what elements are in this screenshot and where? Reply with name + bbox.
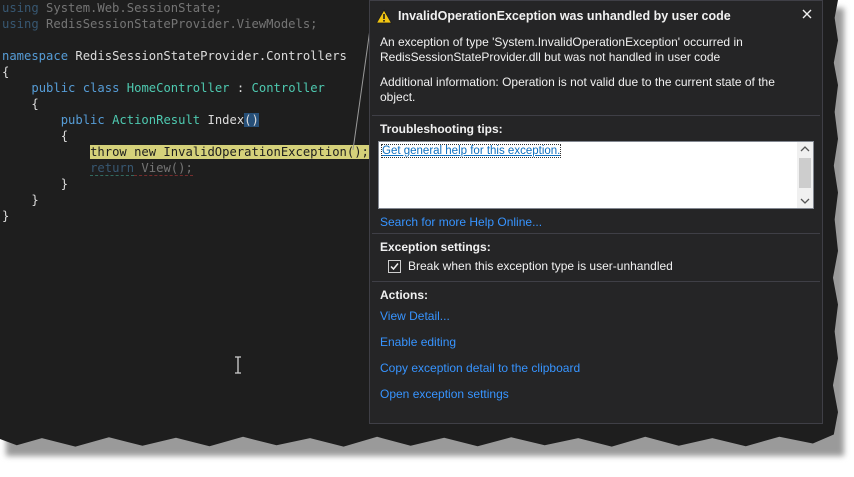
break-on-exception-option[interactable]: Break when this exception type is user-u… (380, 259, 812, 273)
code-line[interactable]: { (2, 64, 369, 80)
code-text: RedisSessionStateProvider.Controllers (68, 49, 347, 63)
code-line[interactable]: public class HomeController : Controller (2, 80, 369, 96)
code-line[interactable]: } (2, 192, 369, 208)
unreachable-code-token: View(); (134, 161, 193, 176)
keyword-token: public (60, 113, 105, 127)
code-line[interactable]: throw new InvalidOperationException(); (2, 144, 369, 160)
scroll-up-icon[interactable] (797, 142, 813, 156)
code-text: : (229, 81, 252, 95)
dialog-header: InvalidOperationException was unhandled … (370, 1, 822, 31)
type-token: ActionResult (112, 113, 201, 127)
break-checkbox[interactable] (388, 259, 401, 273)
exception-helper-dialog: InvalidOperationException was unhandled … (369, 0, 823, 424)
code-line[interactable]: { (2, 128, 369, 144)
checkmark-icon (390, 262, 399, 270)
exception-message: An exception of type 'System.InvalidOper… (370, 31, 822, 105)
code-line[interactable]: } (2, 176, 369, 192)
code-line[interactable] (2, 32, 369, 48)
additional-info-line: Additional information: Operation is not… (380, 75, 775, 89)
checkbox-label: Break when this exception type is user-u… (408, 259, 673, 273)
code-line[interactable]: namespace RedisSessionStateProvider.Cont… (2, 48, 369, 64)
warning-icon (376, 8, 392, 23)
message-line: RedisSessionStateProvider.dll but was no… (380, 50, 721, 64)
code-editor[interactable]: using System.Web.SessionState; using Redi… (2, 0, 369, 224)
open-exception-settings-link[interactable]: Open exception settings (380, 387, 812, 401)
search-online-link[interactable]: Search for more Help Online... (380, 215, 542, 229)
type-token: Controller (251, 81, 325, 95)
code-text: } (2, 209, 10, 223)
editor-window: using System.Web.SessionState; using Redi… (0, 0, 838, 447)
keyword-token: using (2, 17, 39, 31)
code-text: } (2, 193, 39, 207)
scroll-down-icon[interactable] (797, 194, 813, 208)
keyword-token: using (2, 1, 39, 15)
tips-list[interactable]: Get general help for this exception. (378, 141, 814, 209)
code-text: RedisSessionStateProvider.ViewModels; (38, 17, 318, 31)
enable-editing-link[interactable]: Enable editing (380, 335, 812, 349)
code-text: { (2, 129, 69, 143)
code-line[interactable]: public ActionResult Index() (2, 112, 369, 128)
exception-settings-heading: Exception settings: (380, 240, 491, 254)
close-icon[interactable] (800, 7, 814, 21)
code-text: { (2, 97, 39, 111)
code-line[interactable]: } (2, 208, 369, 224)
keyword-token: public class (31, 81, 120, 95)
code-text: System.Web.SessionState; (38, 1, 223, 15)
current-statement-highlight: throw new InvalidOperationException(); (90, 145, 369, 159)
actions-heading: Actions: (380, 288, 428, 302)
tips-scrollbar[interactable] (797, 142, 813, 208)
tips-heading: Troubleshooting tips: (380, 122, 503, 136)
unreachable-code-token: return (90, 161, 135, 176)
code-line[interactable]: return View(); (2, 160, 369, 176)
brace-match-highlight: () (244, 113, 259, 127)
general-help-link[interactable]: Get general help for this exception. (380, 144, 562, 158)
code-line[interactable]: { (2, 96, 369, 112)
type-token: HomeController (126, 81, 230, 95)
code-line[interactable]: using RedisSessionStateProvider.ViewMode… (2, 16, 369, 32)
code-text: Index (200, 113, 245, 127)
dialog-title: InvalidOperationException was unhandled … (398, 9, 731, 23)
additional-info-line: object. (380, 90, 416, 104)
keyword-token: namespace (2, 49, 69, 63)
code-text: } (2, 177, 69, 191)
scrollbar-thumb[interactable] (799, 158, 811, 188)
code-text: { (2, 65, 10, 79)
code-line[interactable]: using System.Web.SessionState; (2, 0, 369, 16)
message-line: An exception of type 'System.InvalidOper… (380, 35, 743, 49)
text-cursor-icon (235, 356, 241, 374)
copy-exception-link[interactable]: Copy exception detail to the clipboard (380, 361, 812, 375)
view-detail-link[interactable]: View Detail... (380, 309, 812, 323)
